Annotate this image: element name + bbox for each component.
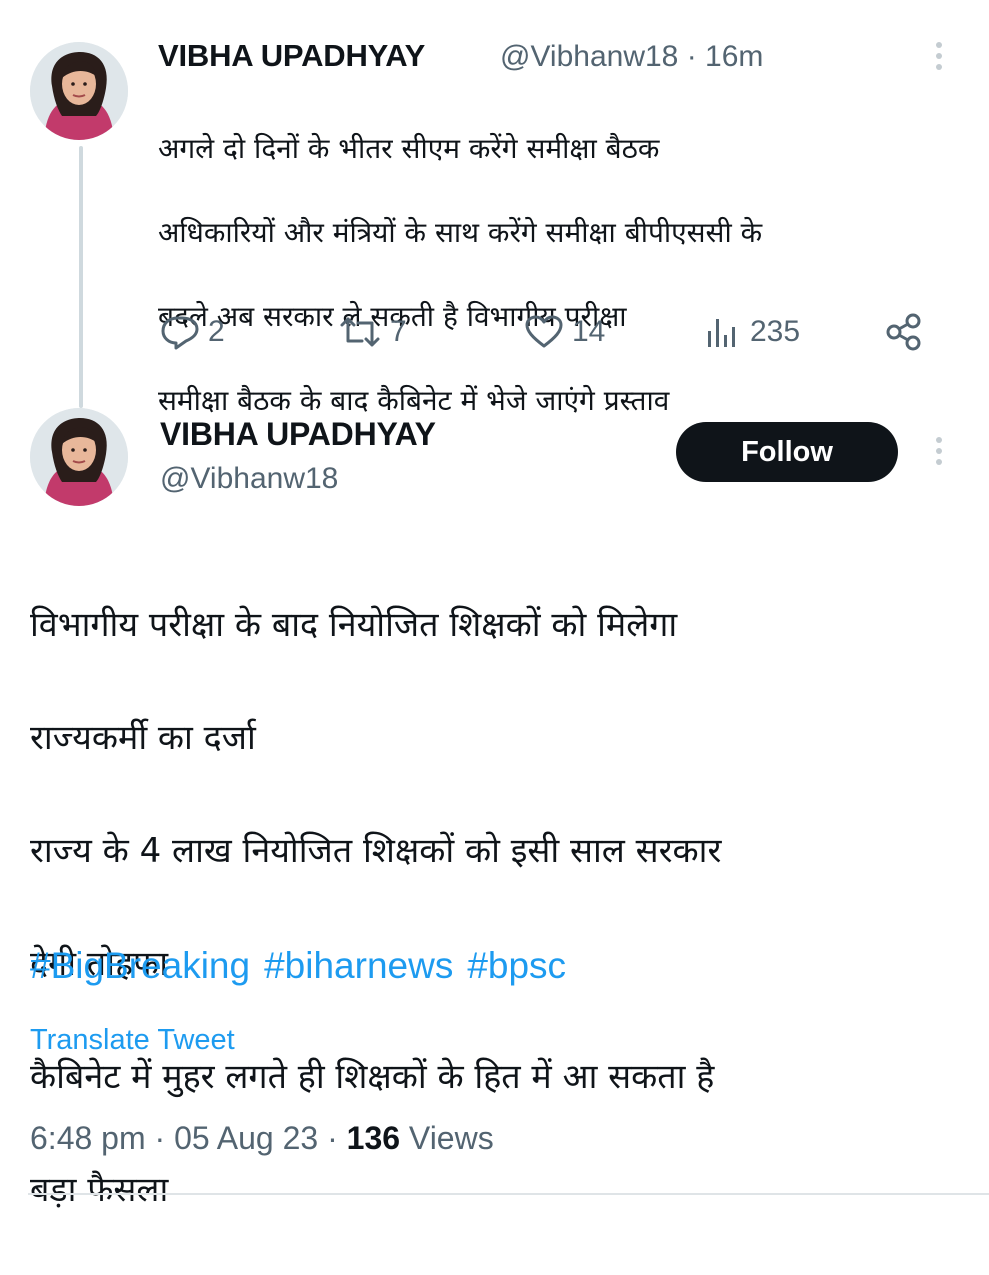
reply-icon — [161, 316, 199, 350]
divider — [28, 1193, 989, 1195]
retweet-count: 7 — [390, 315, 407, 348]
hashtag-link[interactable]: #biharnews — [264, 945, 453, 986]
tweet-line: अधिकारियों और मंत्रियों के साथ करेंगे सम… — [158, 216, 763, 249]
tweet-line: अगले दो दिनों के भीतर सीएम करेंगे समीक्ष… — [158, 132, 660, 165]
retweet-button[interactable]: 7 — [338, 310, 407, 354]
translate-tweet-link[interactable]: Translate Tweet — [30, 1024, 235, 1057]
retweet-icon — [340, 317, 380, 347]
follow-button[interactable]: Follow — [676, 422, 898, 482]
more-options-icon[interactable] — [934, 437, 944, 465]
views-count: 136 — [346, 1120, 401, 1156]
hashtag-link[interactable]: #bpsc — [467, 945, 566, 986]
tweet-line: बड़ा फैसला — [30, 1169, 169, 1210]
author-handle[interactable]: @Vibhanw18 — [500, 40, 678, 73]
avatar-image — [30, 408, 128, 506]
tweet-line: विभागीय परीक्षा के बाद नियोजित शिक्षकों … — [30, 604, 678, 645]
analytics-bar-chart-icon — [708, 319, 735, 347]
author-name[interactable]: VIBHA UPADHYAY — [158, 38, 425, 74]
share-button[interactable] — [884, 310, 924, 354]
separator-dot: · — [327, 1120, 338, 1156]
tweet-line: राज्यकर्मी का दर्जा — [30, 717, 256, 758]
tweet-meta: 6:48 pm · 05 Aug 23 · 136 Views — [30, 1120, 494, 1157]
like-button[interactable]: 14 — [524, 310, 605, 354]
share-icon — [886, 313, 921, 351]
tweet-date[interactable]: 05 Aug 23 — [174, 1120, 318, 1156]
tweet-body: अगले दो दिनों के भीतर सीएम करेंगे समीक्ष… — [158, 86, 978, 464]
views-label: Views — [408, 1120, 494, 1156]
separator-dot: · — [686, 40, 697, 73]
separator-dot: · — [154, 1120, 166, 1156]
heart-icon — [525, 315, 563, 348]
more-options-icon[interactable] — [934, 42, 944, 70]
author-handle[interactable]: @Vibhanw18 — [160, 462, 338, 496]
hashtag-link[interactable]: #BigBreaking — [30, 945, 250, 986]
hashtag-list: #BigBreaking #biharnews #bpsc — [30, 945, 580, 987]
like-count: 14 — [572, 315, 606, 348]
view-count: 235 — [750, 315, 801, 348]
tweet-line: राज्य के 4 लाख नियोजित शिक्षकों को इसी स… — [30, 830, 722, 871]
tweet-time[interactable]: 16m — [705, 40, 763, 73]
reply-count: 2 — [208, 315, 225, 348]
avatar[interactable] — [30, 408, 128, 506]
author-name[interactable]: VIBHA UPADHYAY — [160, 416, 436, 453]
reply-button[interactable]: 2 — [160, 310, 225, 354]
avatar[interactable] — [30, 42, 128, 140]
tweet-time[interactable]: 6:48 pm — [30, 1120, 146, 1156]
tweet-body: विभागीय परीक्षा के बाद नियोजित शिक्षकों … — [30, 540, 970, 1275]
views-button[interactable]: 235 — [704, 310, 800, 354]
thread-connector-line — [79, 146, 83, 408]
avatar-image — [30, 42, 128, 140]
